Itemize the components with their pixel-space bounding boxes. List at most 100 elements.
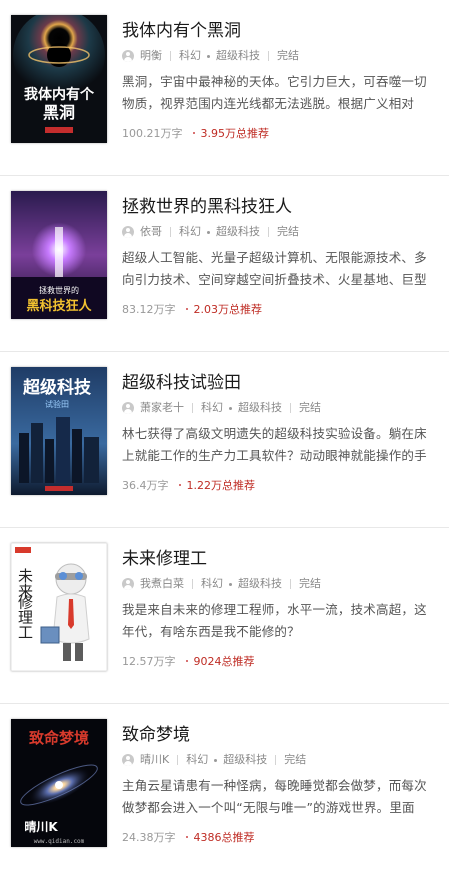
book-cover[interactable]: 拯救世界的 黑科技狂人	[11, 191, 107, 319]
book-cover[interactable]: 超级科技 试验田	[11, 367, 107, 495]
word-count: 24.38万字	[122, 831, 176, 844]
category-link[interactable]: 科幻	[186, 751, 208, 769]
divider	[275, 755, 277, 765]
divider	[268, 227, 269, 237]
category-link[interactable]: 科幻	[201, 399, 223, 417]
user-icon	[122, 402, 134, 414]
word-count: 12.57万字	[122, 655, 176, 668]
recommend-count: 4386总推荐	[193, 831, 255, 844]
author-name[interactable]: 晴川K	[140, 751, 169, 769]
book-description: 黑洞，宇宙中最神秘的天体。它引力巨大，可吞噬一切物质，视界范围内连光线都无法逃脱…	[122, 74, 427, 111]
divider	[192, 579, 193, 589]
cover-art-tech-field: 超级科技 试验田	[11, 367, 107, 495]
book-stats: 100.21万字 3.95万总推荐	[122, 125, 439, 141]
cover-site-text: www.qidian.com	[34, 838, 85, 845]
divider	[192, 403, 193, 413]
dot-separator	[207, 54, 210, 58]
dot-separator	[207, 230, 210, 234]
book-description: 我是来自未来的修理工程师，水平一流，技术高超，这年代，有啥东西是我不能修的？	[122, 602, 427, 639]
cover-art-black-hole: 我体内有个 黑洞	[11, 15, 107, 143]
user-icon	[122, 226, 134, 238]
dot-separator	[229, 406, 232, 410]
word-count: 36.4万字	[122, 479, 169, 492]
dot-separator	[185, 660, 188, 662]
book-meta: 萧家老十 科幻 超级科技 完结	[122, 399, 439, 417]
book-stats: 83.12万字 2.03万总推荐	[122, 301, 439, 317]
book-title[interactable]: 拯救世界的黑科技狂人	[122, 194, 439, 220]
book-title[interactable]: 超级科技试验田	[122, 370, 439, 396]
divider	[170, 51, 171, 61]
cover-title-line2: 黑洞	[43, 103, 75, 122]
book-item[interactable]: 未来 修理工 未来修理工 我煮白菜 科幻 超级科技 完结 我是来自未来的修理工程…	[0, 528, 449, 704]
book-info: 超级科技试验田 萧家老十 科幻 超级科技 完结 林七获得了高级文明遗失的超级科技…	[122, 370, 439, 493]
book-info: 我体内有个黑洞 明衡 科幻 超级科技 完结 黑洞，宇宙中最神秘的天体。它引力巨大…	[122, 18, 439, 141]
book-cover[interactable]: 我体内有个 黑洞	[11, 15, 107, 143]
author-name[interactable]: 明衡	[140, 47, 162, 65]
dot-separator	[185, 308, 188, 310]
cover-title-line1: 我体内有个	[24, 86, 95, 103]
book-stats: 36.4万字 1.22万总推荐	[122, 477, 439, 493]
word-count: 83.12万字	[122, 303, 176, 316]
status-text: 完结	[299, 577, 321, 590]
book-meta: 依哥 科幻 超级科技 完结	[122, 223, 439, 241]
author-name[interactable]: 我煮白菜	[140, 575, 184, 593]
book-item[interactable]: 拯救世界的 黑科技狂人 拯救世界的黑科技狂人 依哥 科幻 超级科技 完结 超级人…	[0, 176, 449, 352]
subcategory-link[interactable]: 超级科技	[223, 751, 267, 769]
author-name[interactable]: 依哥	[140, 223, 162, 241]
book-item[interactable]: 致命梦境 晴川K www.qidian.com 致命梦境 晴川K 科幻 超级科技…	[0, 704, 449, 880]
word-count: 100.21万字	[122, 127, 183, 140]
book-description: 超级人工智能、光量子超级计算机、无限能源技术、多向引力技术、空间穿越空间折叠技术…	[122, 250, 427, 287]
book-list: 我体内有个 黑洞 我体内有个黑洞 明衡 科幻 超级科技 完结 黑洞，宇宙中最神秘…	[0, 0, 449, 880]
status-text: 完结	[284, 753, 307, 766]
cover-art-galaxy: 致命梦境 晴川K www.qidian.com	[11, 719, 107, 847]
cover-title-line2: 晴川K	[24, 819, 58, 834]
dot-separator	[214, 758, 218, 762]
book-stats: 24.38万字 4386总推荐	[122, 829, 439, 845]
category-link[interactable]: 科幻	[179, 223, 201, 241]
book-meta: 明衡 科幻 超级科技 完结	[122, 47, 439, 65]
dot-separator	[185, 836, 188, 838]
divider	[290, 579, 291, 589]
cover-title-line2: 修理工	[16, 595, 34, 640]
dot-separator	[192, 132, 195, 134]
book-cover[interactable]: 致命梦境 晴川K www.qidian.com	[11, 719, 107, 847]
recommend-count: 2.03万总推荐	[193, 303, 263, 316]
book-cover[interactable]: 未来 修理工	[11, 543, 107, 671]
recommend-count: 1.22万总推荐	[186, 479, 256, 492]
recommend-count: 9024总推荐	[193, 655, 255, 668]
category-link[interactable]: 科幻	[201, 575, 223, 593]
cover-title-line2: 黑科技狂人	[26, 298, 92, 314]
cover-art-repairman: 未来 修理工	[11, 543, 107, 671]
book-meta: 晴川K 科幻 超级科技 完结	[122, 751, 439, 769]
subcategory-link[interactable]: 超级科技	[238, 575, 282, 593]
book-meta: 我煮白菜 科幻 超级科技 完结	[122, 575, 439, 593]
user-icon	[122, 578, 134, 590]
status-text: 完结	[299, 401, 321, 414]
user-icon	[122, 754, 134, 766]
subcategory-link[interactable]: 超级科技	[216, 223, 260, 241]
cover-title-line1: 致命梦境	[29, 729, 89, 747]
book-title[interactable]: 致命梦境	[122, 722, 439, 748]
book-description: 林七获得了高级文明遗失的超级科技实验设备。躺在床上就能工作的生产力工具软件？动动…	[122, 426, 427, 463]
book-info: 致命梦境 晴川K 科幻 超级科技 完结 主角云星请患有一种怪病，每晚睡觉都会做梦…	[122, 722, 439, 845]
dot-separator	[229, 582, 232, 586]
cover-title-line1: 超级科技	[23, 377, 92, 398]
book-title[interactable]: 我体内有个黑洞	[122, 18, 439, 44]
subcategory-link[interactable]: 超级科技	[216, 47, 260, 65]
book-title[interactable]: 未来修理工	[122, 546, 439, 572]
book-item[interactable]: 超级科技 试验田 超级科技试验田 萧家老十 科幻 超级科技 完结 林七获得了高级…	[0, 352, 449, 528]
book-stats: 12.57万字 9024总推荐	[122, 653, 439, 669]
book-description: 主角云星请患有一种怪病，每晚睡觉都会做梦，而每次做梦都会进入一个叫“无限与唯一”…	[122, 778, 427, 815]
status-text: 完结	[277, 225, 299, 238]
dot-separator	[178, 484, 181, 486]
book-item[interactable]: 我体内有个 黑洞 我体内有个黑洞 明衡 科幻 超级科技 完结 黑洞，宇宙中最神秘…	[0, 0, 449, 176]
cover-title-line1: 拯救世界的	[39, 285, 79, 295]
divider	[268, 51, 269, 61]
category-link[interactable]: 科幻	[179, 47, 201, 65]
author-name[interactable]: 萧家老十	[140, 399, 184, 417]
user-icon	[122, 50, 134, 62]
divider	[170, 227, 171, 237]
cover-art-tech-madman: 拯救世界的 黑科技狂人	[11, 191, 107, 319]
divider	[290, 403, 291, 413]
subcategory-link[interactable]: 超级科技	[238, 399, 282, 417]
